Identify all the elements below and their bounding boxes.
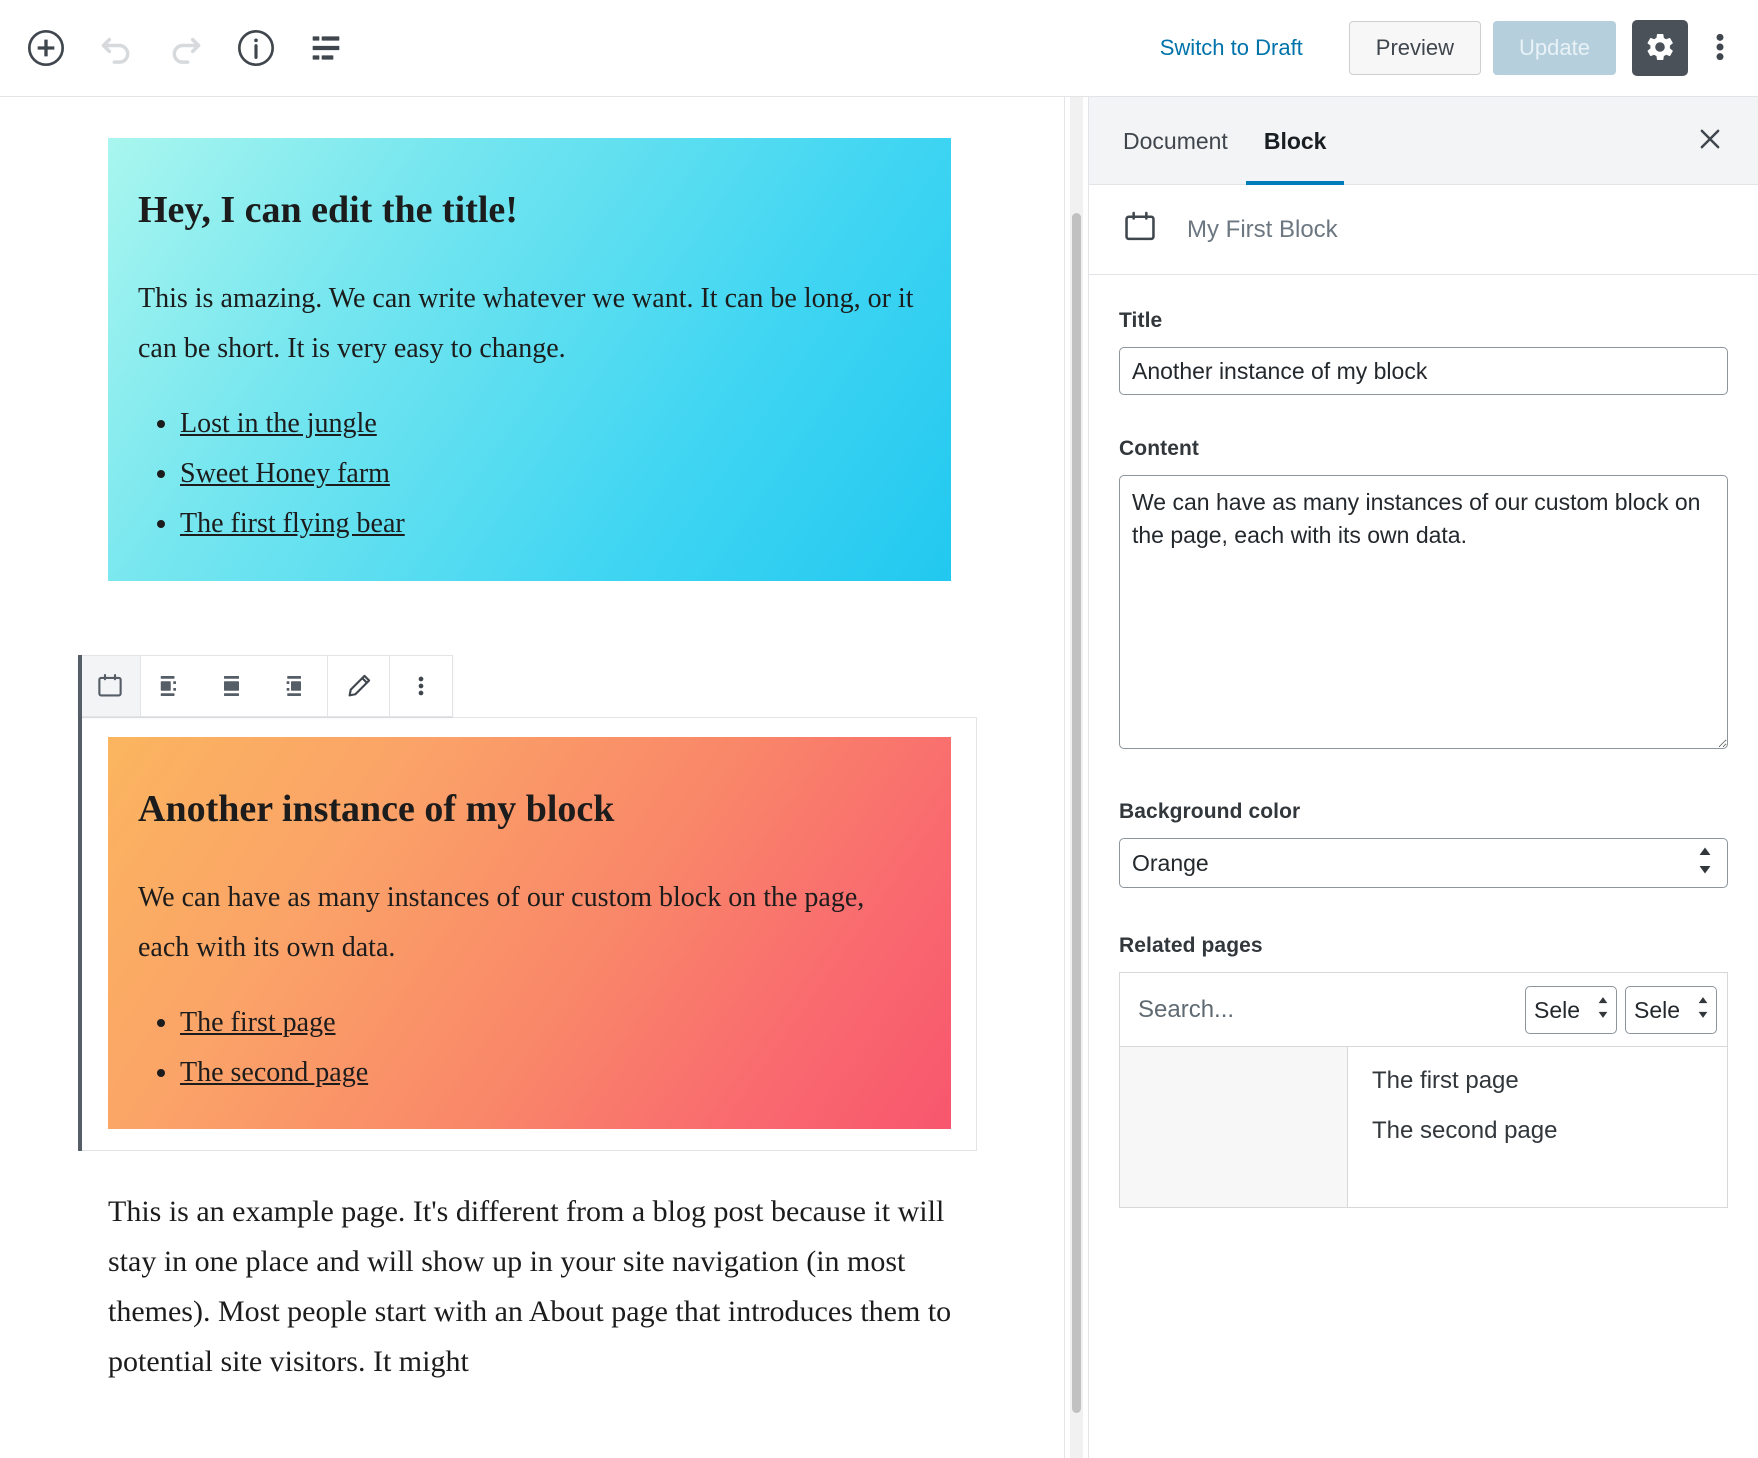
top-bar-right-actions: Switch to Draft Preview Update (1160, 20, 1758, 76)
related-pages-available-column[interactable]: The first page The second page (1348, 1047, 1727, 1207)
sidebar-block-header: My First Block (1089, 185, 1758, 275)
background-color-select[interactable]: Orange (1119, 838, 1728, 888)
edit-pencil-icon[interactable] (328, 656, 390, 716)
related-select-one[interactable]: Sele (1525, 985, 1617, 1034)
block-two-padding: Another instance of my block We can have… (108, 737, 951, 1098)
block-two-link-2[interactable]: The second page (180, 1057, 368, 1088)
post-editor-canvas[interactable]: Hey, I can edit the title! This is amazi… (0, 97, 1075, 1458)
info-icon[interactable] (232, 24, 280, 72)
alignment-button-group (141, 656, 328, 716)
block-one-link-1[interactable]: Lost in the jungle (180, 408, 377, 439)
list-item[interactable]: Lost in the jungle (180, 399, 921, 449)
related-pages-label: Related pages (1119, 934, 1263, 957)
background-color-label: Background color (1119, 800, 1301, 823)
list-item[interactable]: The first page (1372, 1065, 1558, 1097)
ellipsis-vertical-icon (1707, 27, 1733, 70)
sidebar-body: Title Content We can have as many instan… (1089, 275, 1758, 1208)
list-item[interactable]: The second page (180, 1048, 921, 1098)
top-bar-left-tools (0, 24, 350, 72)
preview-button[interactable]: Preview (1348, 21, 1482, 75)
block-two-body: We can have as many instances of our cus… (138, 881, 865, 963)
background-color-select-wrap: Orange (1119, 838, 1728, 888)
redo-icon[interactable] (162, 24, 210, 72)
close-icon (1695, 124, 1725, 157)
related-select-one-wrap: Sele (1525, 985, 1617, 1034)
undo-icon[interactable] (92, 24, 140, 72)
block-navigation-icon[interactable] (302, 24, 350, 72)
list-item[interactable]: The first page (180, 998, 921, 1048)
block-two-link-list: The first page The second page (138, 998, 921, 1098)
list-item[interactable]: The second page (1372, 1115, 1558, 1147)
gear-icon (1644, 31, 1676, 66)
content-field-label: Content (1119, 437, 1200, 460)
settings-sidebar: Document Block My First Block Title Cont… (1088, 97, 1758, 1458)
block-one-link-3[interactable]: The first flying bear (180, 508, 405, 539)
switch-to-draft-link[interactable]: Switch to Draft (1160, 35, 1303, 61)
align-center-icon[interactable] (203, 656, 265, 716)
custom-block-first[interactable]: Hey, I can edit the title! This is amazi… (108, 138, 951, 581)
close-sidebar-button[interactable] (1688, 119, 1732, 163)
custom-block-second[interactable]: Another instance of my block We can have… (108, 737, 951, 1129)
sidebar-block-name: My First Block (1187, 215, 1338, 243)
block-floating-toolbar (78, 655, 453, 717)
block-one-link-list: Lost in the jungle Sweet Honey farm The … (138, 399, 921, 548)
block-type-icon[interactable] (79, 656, 141, 716)
tab-document[interactable]: Document (1105, 97, 1246, 185)
align-left-icon[interactable] (141, 656, 203, 716)
more-options-icon[interactable] (390, 656, 452, 716)
block-one-title: Hey, I can edit the title! (138, 189, 518, 231)
sidebar-tab-bar: Document Block (1089, 97, 1758, 185)
related-select-two-wrap: Sele (1625, 985, 1717, 1034)
tab-block[interactable]: Block (1246, 97, 1345, 185)
calendar-block-icon (1121, 208, 1159, 251)
list-item[interactable]: Sweet Honey farm (180, 449, 921, 499)
title-field-label: Title (1119, 309, 1163, 332)
update-button[interactable]: Update (1493, 21, 1616, 75)
related-pages-selected-column[interactable] (1120, 1047, 1348, 1207)
block-two-link-1[interactable]: The first page (180, 1007, 336, 1038)
settings-toggle-button[interactable] (1632, 20, 1688, 76)
trailing-paragraph-block[interactable]: This is an example page. It's different … (108, 1187, 968, 1387)
related-pages-toolbar: Sele Sele (1120, 973, 1727, 1047)
block-one-padding: Hey, I can edit the title! This is amazi… (108, 138, 951, 549)
more-options-button[interactable] (1696, 20, 1744, 76)
add-block-icon[interactable] (22, 24, 70, 72)
trailing-paragraph-text: This is an example page. It's different … (108, 1195, 952, 1379)
editor-top-bar: Switch to Draft Preview Update (0, 0, 1758, 97)
block-two-title: Another instance of my block (138, 788, 615, 830)
related-select-two[interactable]: Sele (1625, 985, 1717, 1034)
search-input[interactable] (1136, 994, 1517, 1025)
align-right-icon[interactable] (265, 656, 327, 716)
editor-scrollbar-thumb[interactable] (1072, 213, 1081, 1413)
title-field[interactable] (1119, 347, 1728, 395)
related-pages-columns: The first page The second page (1120, 1047, 1727, 1207)
block-one-body: This is amazing. We can write whatever w… (138, 282, 914, 364)
content-field[interactable]: We can have as many instances of our cus… (1119, 475, 1728, 749)
list-item[interactable]: The first flying bear (180, 499, 921, 549)
related-pages-panel: Sele Sele (1119, 972, 1728, 1208)
selected-block-wrapper[interactable]: Another instance of my block We can have… (78, 717, 977, 1151)
block-one-link-2[interactable]: Sweet Honey farm (180, 458, 390, 489)
